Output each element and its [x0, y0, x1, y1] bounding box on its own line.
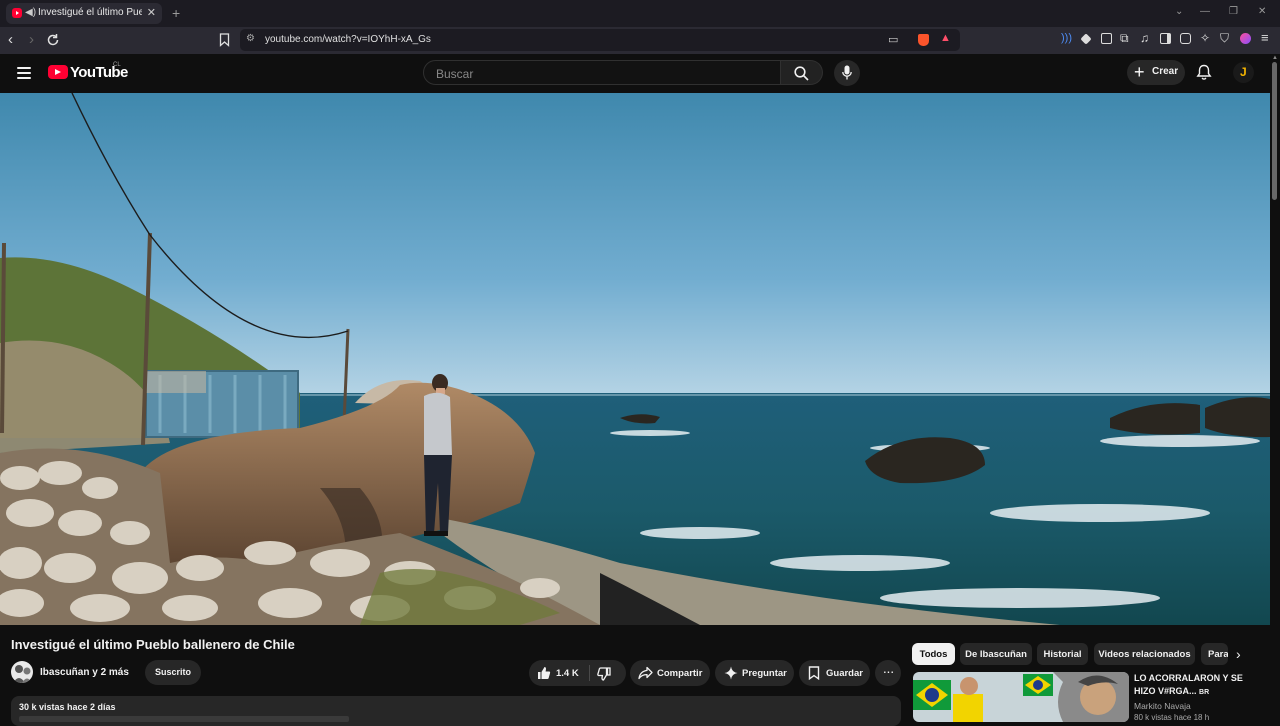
share-label: Compartir	[657, 668, 703, 679]
site-settings-icon[interactable]: ⚙	[246, 33, 255, 44]
plus-icon: +	[1134, 62, 1145, 82]
more-actions-button[interactable]: ···	[875, 660, 901, 686]
hamburger-menu-icon[interactable]	[17, 67, 31, 79]
chip-todos[interactable]: Todos	[912, 643, 955, 665]
related-video-title[interactable]: LO ACORRALARON Y SE HIZO V#RGA... BR	[1134, 672, 1264, 699]
reload-icon[interactable]	[46, 33, 60, 47]
close-window-icon[interactable]: ✕	[1258, 6, 1266, 17]
subscribed-label: Suscrito	[154, 667, 191, 677]
video-title: Investigué el último Pueblo ballenero de…	[11, 637, 295, 652]
youtube-logo-icon[interactable]	[48, 65, 68, 79]
search-box[interactable]	[423, 60, 781, 85]
voice-search-button[interactable]	[834, 60, 860, 86]
notifications-bell-icon[interactable]	[1196, 64, 1212, 81]
chips-next-chevron-icon[interactable]: ›	[1236, 646, 1241, 662]
save-label: Guardar	[826, 668, 863, 679]
country-code: CL	[113, 62, 121, 68]
ask-label: Preguntar	[742, 668, 787, 679]
address-bar[interactable]: ⚙ youtube.com/watch?v=IOYhH-xA_Gs ▭ ▲	[240, 29, 960, 51]
create-button[interactable]: + Crear	[1127, 60, 1185, 85]
account-avatar[interactable]: J	[1233, 62, 1254, 83]
new-tab-icon[interactable]: +	[172, 5, 180, 21]
youtube-favicon-icon	[12, 8, 22, 18]
channel-avatar-image	[13, 665, 32, 683]
sidebar-icon[interactable]	[1160, 33, 1171, 44]
chip-label: Historial	[1043, 649, 1082, 660]
share-icon	[638, 666, 653, 680]
avatar-letter: J	[1240, 65, 1247, 79]
chip-label: Videos relacionados	[1098, 649, 1191, 660]
related-title-badge: BR	[1199, 689, 1210, 696]
like-count: 1.4 K	[556, 668, 579, 679]
related-thumbnail-image	[913, 672, 1129, 722]
chip-label: Todos	[919, 649, 948, 660]
chip-label: Para ti	[1208, 649, 1228, 660]
extension-diamond-icon[interactable]	[1080, 33, 1092, 45]
youtube-header: YouTube CL + Crear J	[0, 54, 1270, 93]
save-bookmark-icon	[808, 666, 820, 680]
back-icon[interactable]: ‹	[8, 31, 13, 49]
brave-shields-icon[interactable]	[918, 34, 929, 46]
view-stats: 30 k vistas hace 2 días	[19, 702, 116, 712]
brave-rewards-icon[interactable]: ▲	[940, 32, 951, 44]
related-title-text: LO ACORRALARON Y SE HIZO V#RGA...	[1134, 673, 1243, 696]
video-frame	[0, 93, 1270, 625]
chip-de-ibascunan[interactable]: De Ibascuñan	[960, 643, 1032, 665]
forward-icon[interactable]: ›	[29, 31, 34, 49]
browser-tab-strip: ◀) Investigué el último Pueblo ballenero…	[0, 0, 1280, 27]
like-dislike-group[interactable]: 1.4 K	[529, 660, 626, 686]
channel-name[interactable]: Ibascuñan y 2 más	[40, 667, 129, 678]
puzzle-icon[interactable]: ⧉	[1120, 31, 1131, 45]
like-icon[interactable]	[537, 666, 551, 680]
scroll-up-icon[interactable]: ▲	[1272, 55, 1278, 61]
related-video-channel[interactable]: Markito Navaja	[1134, 701, 1191, 711]
more-dots-icon: ···	[882, 663, 895, 679]
search-button[interactable]	[781, 60, 823, 85]
dislike-icon[interactable]	[597, 667, 611, 681]
chip-label: De Ibascuñan	[965, 649, 1027, 660]
browser-toolbar: ‹ › ⚙ youtube.com/watch?v=IOYhH-xA_Gs ▭ …	[0, 27, 1280, 54]
description-preview	[19, 716, 349, 722]
cast-icon[interactable]: ▭	[888, 33, 898, 46]
browser-menu-icon[interactable]: ≡	[1261, 30, 1272, 45]
search-input[interactable]	[434, 66, 768, 82]
close-tab-icon[interactable]: ✕	[147, 6, 156, 19]
save-button[interactable]: Guardar	[799, 660, 870, 686]
tab-list-chevron-icon[interactable]: ⌄	[1175, 6, 1183, 17]
chip-videos-relacionados[interactable]: Videos relacionados	[1094, 643, 1195, 665]
channel-avatar[interactable]	[11, 661, 33, 683]
scrollbar-thumb[interactable]	[1272, 62, 1277, 200]
share-button[interactable]: Compartir	[630, 660, 710, 686]
sparkle-ask-icon	[724, 666, 738, 680]
extension-grid-icon[interactable]	[1101, 33, 1112, 44]
music-icon[interactable]: ♫	[1140, 31, 1151, 45]
ask-button[interactable]: Preguntar	[715, 660, 794, 686]
restore-icon[interactable]: ❐	[1229, 6, 1238, 17]
related-video-thumbnail[interactable]	[913, 672, 1129, 722]
wallet-icon[interactable]	[1180, 33, 1191, 44]
related-video-meta: 80 k vistas hace 18 h	[1134, 713, 1210, 722]
minimize-icon[interactable]: —	[1200, 6, 1210, 17]
browser-tab[interactable]: ◀) Investigué el último Pueblo ballenero…	[6, 3, 162, 24]
speaker-icon[interactable]: ◀)	[25, 7, 36, 18]
sparkle-icon[interactable]: ✧	[1200, 31, 1211, 45]
leo-ai-icon[interactable]	[1240, 33, 1251, 44]
shield-icon[interactable]: ⛉	[1220, 31, 1231, 45]
description-box[interactable]: 30 k vistas hace 2 días	[11, 696, 901, 726]
tab-title: Investigué el último Pueblo ballenero de…	[38, 7, 142, 18]
chip-historial[interactable]: Historial	[1037, 643, 1088, 665]
video-player[interactable]	[0, 93, 1270, 625]
subscribed-button[interactable]: Suscrito	[145, 660, 201, 685]
url-text[interactable]: youtube.com/watch?v=IOYhH-xA_Gs	[265, 34, 431, 45]
search-icon	[794, 66, 809, 81]
audio-wave-icon[interactable]: )))	[1061, 32, 1072, 44]
chip-para-ti[interactable]: Para ti	[1201, 643, 1228, 665]
microphone-icon	[842, 65, 852, 80]
create-label: Crear	[1152, 66, 1179, 77]
bookmark-icon[interactable]	[219, 33, 230, 47]
like-divider	[589, 665, 590, 681]
